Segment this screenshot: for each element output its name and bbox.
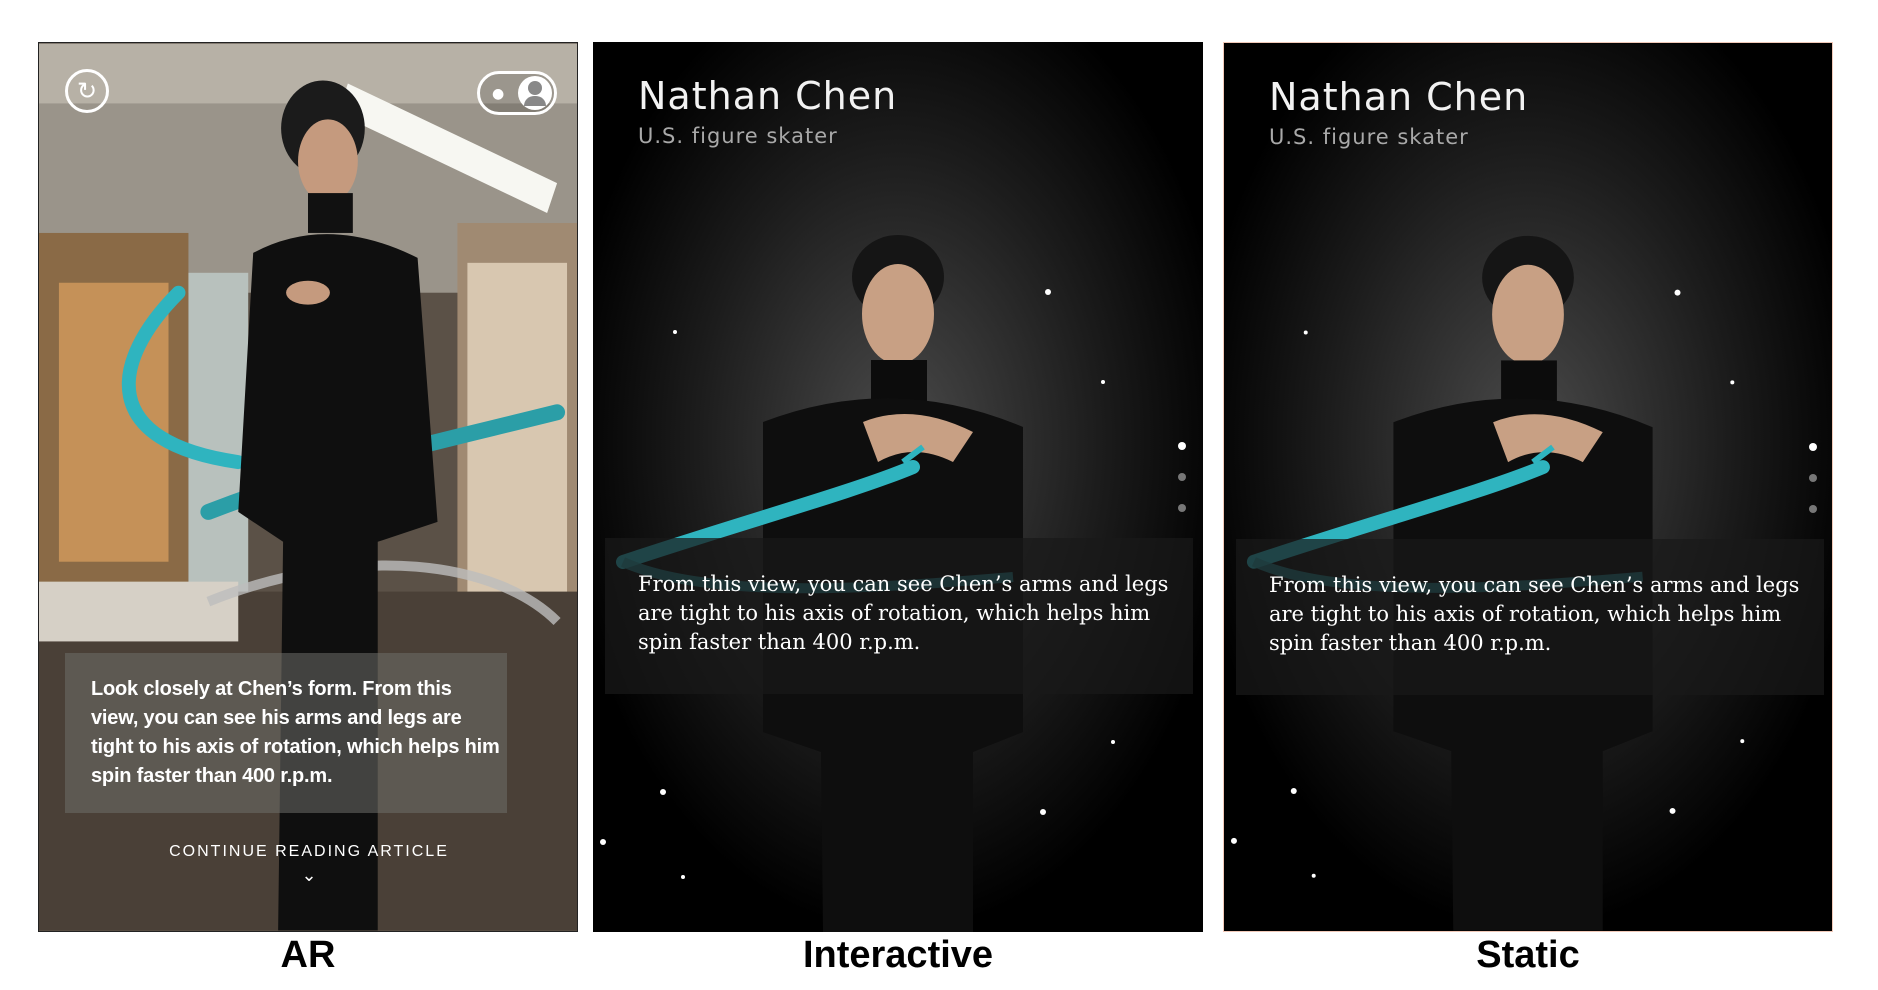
label-ar: AR xyxy=(280,934,336,976)
page-dot[interactable] xyxy=(1178,504,1186,512)
view-toggle-button[interactable]: ● xyxy=(477,71,557,115)
continue-reading-link[interactable]: CONTINUE READING ARTICLE xyxy=(39,843,577,861)
page-dot[interactable] xyxy=(1178,473,1186,481)
label-interactive: Interactive xyxy=(802,934,994,976)
person-icon xyxy=(528,81,542,95)
page-dot xyxy=(1809,505,1817,513)
interactive-scene-image xyxy=(593,42,1203,932)
ar-caption-text: Look closely at Chen’s form. From this v… xyxy=(91,678,500,787)
replay-icon: ↻ xyxy=(76,77,98,105)
label-static: Static xyxy=(1476,934,1580,976)
athlete-name: Nathan Chen xyxy=(638,74,898,118)
page-dot-active[interactable] xyxy=(1178,442,1186,450)
interactive-view-panel: Nathan Chen U.S. figure skater From this… xyxy=(593,42,1203,932)
page-dot-active xyxy=(1809,443,1817,451)
athlete-subtitle: U.S. figure skater xyxy=(1269,125,1469,149)
person-small-icon: ● xyxy=(492,86,505,102)
interactive-caption-text: From this view, you can see Chen’s arms … xyxy=(638,572,1169,654)
static-caption-text: From this view, you can see Chen’s arms … xyxy=(1269,573,1800,655)
athlete-name: Nathan Chen xyxy=(1269,75,1529,119)
chevron-down-icon[interactable]: ⌄ xyxy=(39,865,577,886)
ar-view-panel: ↻ ● Look closely at Chen’s form. From th… xyxy=(38,42,578,932)
static-scene-image xyxy=(1224,43,1832,931)
page-indicator xyxy=(1809,443,1819,536)
replay-button[interactable]: ↻ xyxy=(65,69,109,113)
athlete-subtitle: U.S. figure skater xyxy=(638,124,838,148)
page-indicator[interactable] xyxy=(1178,442,1188,535)
page-dot xyxy=(1809,474,1817,482)
static-view-panel: Nathan Chen U.S. figure skater From this… xyxy=(1223,42,1833,932)
